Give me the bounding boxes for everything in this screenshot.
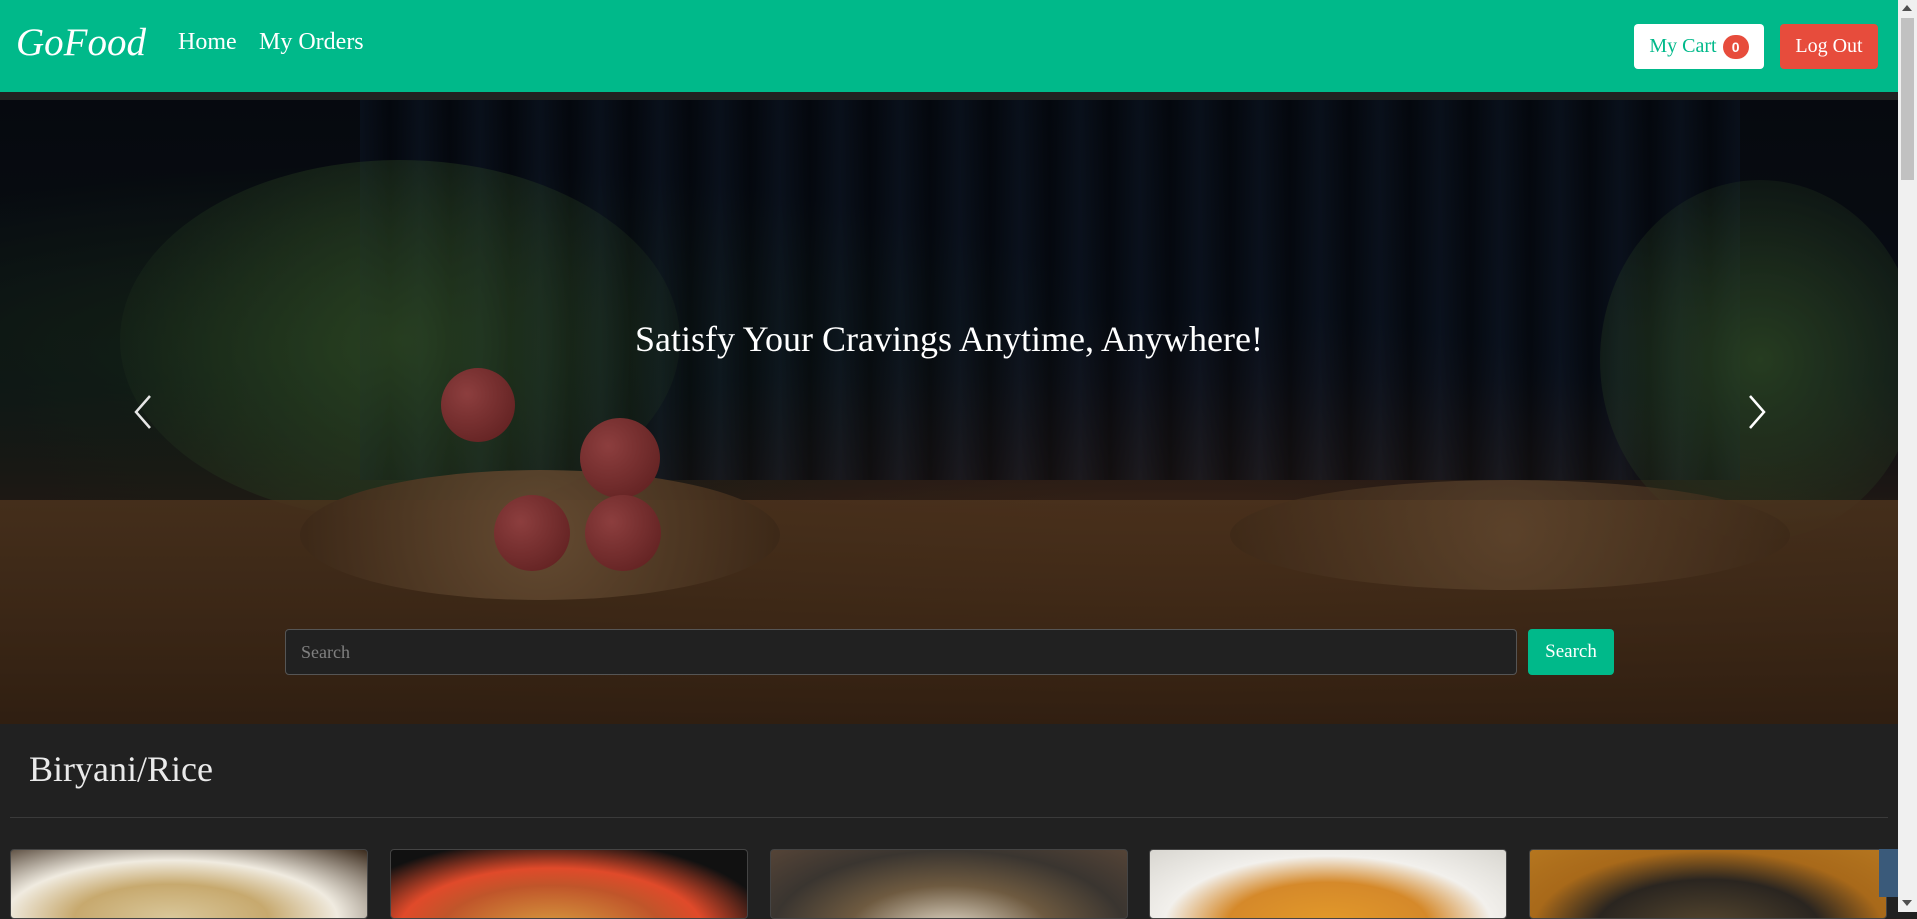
food-card[interactable] — [1529, 849, 1887, 919]
carousel-next-button[interactable] — [1742, 392, 1772, 432]
my-cart-button[interactable]: My Cart 0 — [1634, 24, 1764, 69]
my-cart-label: My Cart — [1649, 35, 1717, 57]
nav-link-home[interactable]: Home — [178, 29, 237, 56]
brand-logo[interactable]: GoFood — [16, 20, 146, 65]
search-input[interactable] — [285, 629, 1517, 675]
chevron-left-icon — [134, 395, 151, 429]
logout-button[interactable]: Log Out — [1780, 24, 1878, 69]
food-card[interactable] — [1149, 849, 1507, 919]
scroll-up-arrow-icon[interactable] — [1902, 5, 1912, 11]
carousel-prev-button[interactable] — [128, 392, 158, 432]
nav-link-my-orders[interactable]: My Orders — [259, 29, 364, 56]
search-button[interactable]: Search — [1528, 629, 1614, 675]
food-card[interactable] — [770, 849, 1128, 919]
category-title: Biryani/Rice — [29, 749, 213, 789]
scroll-down-arrow-icon[interactable] — [1902, 900, 1912, 906]
scrollbar-thumb[interactable] — [1901, 18, 1914, 180]
navbar: GoFood Home My Orders My Cart 0 Log Out — [0, 0, 1898, 92]
food-card[interactable] — [390, 849, 748, 919]
category-divider — [10, 817, 1888, 818]
food-card[interactable] — [10, 849, 368, 919]
chevron-right-icon — [1749, 395, 1766, 429]
cart-count-badge: 0 — [1722, 34, 1749, 59]
hero-title: Satisfy Your Cravings Anytime, Anywhere! — [635, 319, 1263, 359]
side-floating-tab[interactable] — [1879, 849, 1898, 897]
